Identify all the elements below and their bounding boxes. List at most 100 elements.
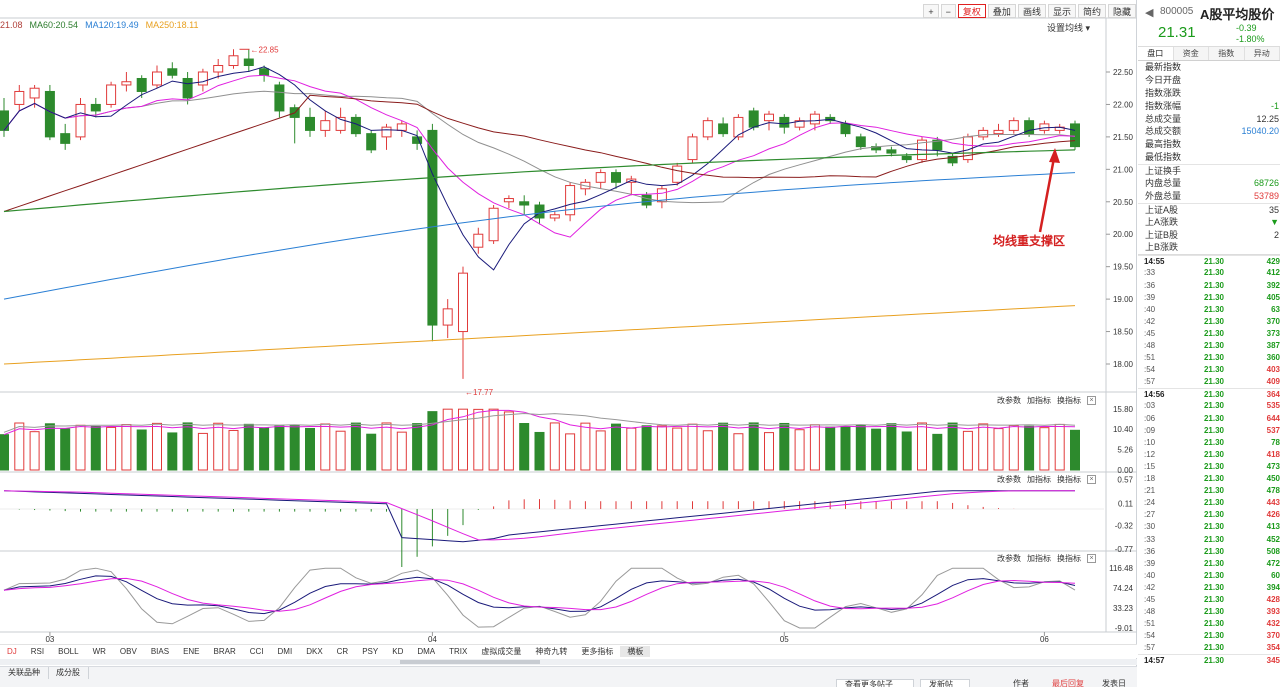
indicator-tab[interactable]: BRAR bbox=[207, 647, 243, 656]
indicator-tab[interactable]: DKX bbox=[299, 647, 329, 656]
indicator-tab[interactable]: RSI bbox=[24, 647, 51, 656]
volume-bar bbox=[962, 430, 973, 471]
volume-bar bbox=[641, 425, 652, 471]
tick-time: :39 bbox=[1144, 292, 1156, 302]
quote-info-row: 最新指数 bbox=[1138, 61, 1280, 74]
candle-body bbox=[886, 149, 897, 154]
tab-related-products[interactable]: 关联品种 bbox=[0, 667, 49, 679]
ma-legend-item: MA60:20.54 bbox=[29, 20, 79, 30]
adjust-price-dropdown[interactable]: 复权 bbox=[957, 3, 986, 18]
indicator-tab[interactable]: BIAS bbox=[144, 647, 176, 656]
support-annotation: 均线重支撑区 bbox=[993, 233, 1065, 248]
volume-bar bbox=[886, 423, 897, 471]
display-dropdown[interactable]: 显示 bbox=[1047, 3, 1076, 18]
close-icon[interactable]: × bbox=[1087, 475, 1096, 484]
volume-bar bbox=[595, 430, 606, 471]
tick-volume: 473 bbox=[1266, 461, 1280, 471]
edit-params-button[interactable]: 改参数 bbox=[997, 474, 1021, 485]
switch-indicator-button[interactable]: 换指标 bbox=[1057, 553, 1081, 564]
indicator-tab[interactable]: TRIX bbox=[442, 647, 474, 656]
tab-index[interactable]: 指数 bbox=[1209, 47, 1245, 60]
indicator-tab[interactable]: PSY bbox=[355, 647, 385, 656]
tick-volume: 418 bbox=[1266, 449, 1280, 459]
add-indicator-button[interactable]: 加指标 bbox=[1027, 474, 1051, 485]
indicator-tab[interactable]: 更多指标 bbox=[574, 646, 620, 657]
simple-mode-button[interactable]: 简约 bbox=[1077, 3, 1106, 18]
candle-body bbox=[243, 58, 254, 67]
tick-row: :21 21.30 478 bbox=[1138, 485, 1280, 497]
tab-order-book[interactable]: 盘口 bbox=[1138, 47, 1174, 60]
indicator-tab[interactable]: CR bbox=[330, 647, 356, 656]
indicator-tab[interactable]: WR bbox=[86, 647, 113, 656]
volume-bar bbox=[427, 411, 438, 471]
author-column[interactable]: 作者 bbox=[1005, 679, 1043, 687]
tab-constituents[interactable]: 成分股 bbox=[48, 667, 89, 679]
candle-body bbox=[0, 110, 9, 131]
volume-bar bbox=[152, 422, 162, 471]
scroll-thumb[interactable] bbox=[400, 660, 540, 664]
volume-bar bbox=[106, 426, 117, 471]
tick-row: :45 21.30 373 bbox=[1138, 328, 1280, 340]
draw-line-button[interactable]: 画线 bbox=[1017, 3, 1046, 18]
chart-scrollbar[interactable] bbox=[0, 659, 1137, 665]
indicator-tab[interactable]: DMA bbox=[410, 647, 442, 656]
candle-body bbox=[978, 129, 989, 138]
candle-body bbox=[396, 123, 407, 131]
last-reply-column[interactable]: 最后回复1 bbox=[1044, 679, 1094, 687]
tab-anomaly[interactable]: 异动 bbox=[1245, 47, 1280, 60]
candle-body bbox=[901, 155, 912, 161]
indicator-tab[interactable]: 神奇九转 bbox=[528, 646, 574, 657]
volume-bar bbox=[1039, 427, 1050, 471]
zoom-out-button[interactable]: − bbox=[940, 3, 956, 18]
candle-body bbox=[993, 129, 1004, 135]
tick-list[interactable]: 14:55 21.30 429:33 21.30 412:36 21.30 392:39 21… bbox=[1138, 254, 1280, 666]
tab-funds[interactable]: 资金 bbox=[1174, 47, 1209, 60]
tick-price: 21.30 bbox=[1203, 292, 1224, 302]
info-label: 上证B股 bbox=[1145, 229, 1179, 240]
indicator-tab[interactable]: OBV bbox=[113, 647, 144, 656]
more-posts-button[interactable]: 查看更多帖子 bbox=[836, 679, 914, 687]
volume-bar bbox=[458, 408, 468, 471]
tick-time: :30 bbox=[1144, 522, 1156, 532]
volume-bar bbox=[44, 423, 55, 471]
overlay-dropdown[interactable]: 叠加 bbox=[987, 3, 1016, 18]
switch-indicator-button[interactable]: 换指标 bbox=[1057, 395, 1081, 406]
candle-body bbox=[840, 123, 851, 135]
indicator-tab[interactable]: DJ bbox=[0, 647, 24, 656]
edit-params-button[interactable]: 改参数 bbox=[997, 395, 1021, 406]
post-date-column[interactable]: 发表日 bbox=[1094, 679, 1137, 687]
macd-axis-label: 0.57 bbox=[1117, 475, 1133, 484]
kline-chart-area[interactable]: 22.50 22.00 21.50 21.00 20.50 20.00 19.50 19.00… bbox=[0, 0, 1137, 687]
tick-price: 21.30 bbox=[1203, 390, 1224, 400]
indicator-tab[interactable]: KD bbox=[385, 647, 410, 656]
add-indicator-button[interactable]: 加指标 bbox=[1027, 553, 1051, 564]
tick-row: :48 21.30 393 bbox=[1138, 606, 1280, 618]
candle-body bbox=[44, 90, 55, 138]
close-icon[interactable]: × bbox=[1087, 554, 1096, 563]
volume-bar bbox=[167, 432, 178, 471]
switch-indicator-button[interactable]: 换指标 bbox=[1057, 474, 1081, 485]
tick-row: :27 21.30 426 bbox=[1138, 509, 1280, 521]
set-ma-button[interactable]: 设置均线 ▾ bbox=[1047, 21, 1090, 34]
back-icon[interactable]: ◀ bbox=[1145, 6, 1153, 19]
edit-params-button[interactable]: 改参数 bbox=[997, 553, 1021, 564]
indicator-tab[interactable]: 虚拟成交量 bbox=[474, 646, 528, 657]
chart-canvas[interactable]: 22.50 22.00 21.50 21.00 20.50 20.00 19.50 19.00… bbox=[0, 0, 1137, 687]
volume-bar bbox=[182, 422, 193, 471]
tick-volume: 60 bbox=[1271, 570, 1280, 580]
new-post-button[interactable]: 发新帖 bbox=[920, 679, 970, 687]
indicator-tab[interactable]: 横板 bbox=[620, 646, 651, 657]
add-indicator-button[interactable]: 加指标 bbox=[1027, 395, 1051, 406]
candle-body bbox=[167, 68, 178, 76]
hide-button[interactable]: 隐藏 bbox=[1107, 3, 1136, 18]
candle-body bbox=[809, 113, 820, 125]
indicator-tab[interactable]: DMI bbox=[271, 647, 300, 656]
volume-bar bbox=[366, 433, 377, 471]
indicator-tab[interactable]: BOLL bbox=[51, 647, 85, 656]
close-icon[interactable]: × bbox=[1087, 396, 1096, 405]
indicator-tab[interactable]: ENE bbox=[176, 647, 206, 656]
zoom-in-button[interactable]: + bbox=[923, 3, 939, 18]
indicator-tab[interactable]: CCI bbox=[243, 647, 271, 656]
tick-row: :54 21.30 370 bbox=[1138, 630, 1280, 642]
volume-bar bbox=[779, 422, 790, 471]
